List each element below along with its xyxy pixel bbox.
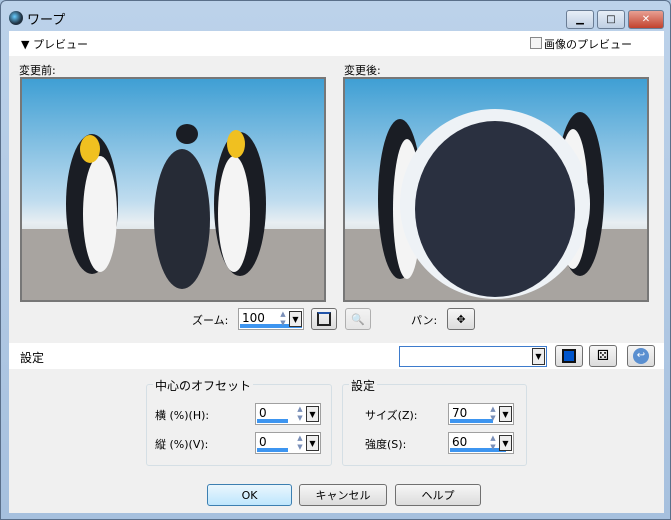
- move-icon: ✥: [456, 312, 466, 326]
- horizontal-label: 横 (%)(H):: [155, 409, 210, 422]
- dialog-body: ▼ プレビュー 画像のプレビュー 変更前: 変更後: ズーム: 100 ▲ ▼ …: [9, 31, 664, 513]
- zoom-spinner[interactable]: ▲ ▼: [278, 310, 288, 328]
- after-label: 変更後:: [344, 64, 381, 77]
- fit-zoom-button[interactable]: [311, 308, 337, 330]
- maximize-button[interactable]: □: [597, 10, 625, 29]
- after-preview-image: [343, 77, 649, 302]
- reset-icon: ↩: [633, 348, 649, 364]
- preset-dropdown-icon[interactable]: ▼: [532, 348, 545, 365]
- preset-select[interactable]: ▼: [399, 346, 547, 367]
- zoom-input[interactable]: 100 ▲ ▼ ▼: [238, 308, 304, 330]
- help-button[interactable]: ヘルプ: [395, 484, 481, 506]
- horizontal-value: 0: [259, 406, 267, 420]
- before-preview-image: [20, 77, 326, 302]
- fit-zoom-icon: [317, 312, 331, 326]
- vertical-label: 縦 (%)(V):: [155, 438, 209, 451]
- title-bar: ワープ: [9, 9, 66, 28]
- zoom-lens-button[interactable]: 🔍: [345, 308, 371, 330]
- close-button[interactable]: ✕: [628, 10, 664, 29]
- pan-label: パン:: [411, 314, 438, 327]
- warp-dialog: ワープ ▁ □ ✕ ▼ プレビュー 画像のプレビュー 変更前: 変更後: ズーム…: [0, 0, 671, 520]
- vertical-fill: [257, 448, 288, 452]
- vertical-dropdown[interactable]: ▼: [306, 435, 319, 451]
- horizontal-fill: [257, 419, 288, 423]
- strength-dropdown[interactable]: ▼: [499, 435, 512, 451]
- zoom-value: 100: [242, 311, 265, 325]
- zoom-label: ズーム:: [192, 314, 229, 327]
- size-input[interactable]: 70 ▲ ▼ ▼: [448, 403, 514, 425]
- save-icon: [562, 349, 576, 363]
- image-preview-label: 画像のプレビュー: [544, 38, 632, 51]
- size-spinner[interactable]: ▲ ▼: [488, 405, 498, 423]
- settings-label: 設定: [20, 351, 45, 365]
- reset-button[interactable]: ↩: [627, 345, 655, 367]
- center-offset-group: 中心のオフセット 横 (%)(H): 0 ▲ ▼ ▼ 縦 (%)(V): 0 ▲ ▼…: [146, 377, 332, 466]
- preview-toggle[interactable]: ▼ プレビュー: [21, 36, 88, 52]
- zoom-dropdown[interactable]: ▼: [289, 311, 302, 327]
- horizontal-dropdown[interactable]: ▼: [306, 406, 319, 422]
- vertical-offset-input[interactable]: 0 ▲ ▼ ▼: [255, 432, 321, 454]
- settings-group-title: 設定: [349, 377, 378, 394]
- horizontal-offset-input[interactable]: 0 ▲ ▼ ▼: [255, 403, 321, 425]
- size-value: 70: [452, 406, 468, 420]
- strength-label: 強度(S):: [365, 438, 407, 451]
- save-preset-button[interactable]: [555, 345, 583, 367]
- app-icon: [9, 11, 23, 25]
- vertical-spinner[interactable]: ▲ ▼: [295, 434, 305, 452]
- minimize-button[interactable]: ▁: [566, 10, 594, 29]
- before-label: 変更前:: [19, 64, 56, 77]
- size-dropdown[interactable]: ▼: [499, 406, 512, 422]
- dice-icon: ⚄: [596, 348, 610, 364]
- size-label: サイズ(Z):: [365, 409, 418, 422]
- settings-bar: 設定 ▼ ⚄ ↩: [9, 343, 664, 369]
- horizontal-spinner[interactable]: ▲ ▼: [295, 405, 305, 423]
- image-preview-checkbox[interactable]: [530, 37, 542, 49]
- cancel-button[interactable]: キャンセル: [299, 484, 387, 506]
- ok-button[interactable]: OK: [207, 484, 292, 506]
- center-offset-title: 中心のオフセット: [153, 377, 254, 394]
- vertical-value: 0: [259, 435, 267, 449]
- magnifier-icon: 🔍: [351, 312, 365, 326]
- size-fill: [450, 419, 494, 423]
- strength-value: 60: [452, 435, 468, 449]
- settings-group: 設定 サイズ(Z): 70 ▲ ▼ ▼ 強度(S): 60 ▲ ▼ ▼: [342, 377, 527, 466]
- pan-button[interactable]: ✥: [447, 308, 475, 330]
- preview-toggle-label: プレビュー: [32, 38, 88, 51]
- randomize-button[interactable]: ⚄: [589, 345, 617, 367]
- strength-spinner[interactable]: ▲ ▼: [488, 434, 498, 452]
- preview-header: ▼ プレビュー 画像のプレビュー: [9, 31, 664, 56]
- window-title: ワープ: [27, 12, 66, 28]
- strength-input[interactable]: 60 ▲ ▼ ▼: [448, 432, 514, 454]
